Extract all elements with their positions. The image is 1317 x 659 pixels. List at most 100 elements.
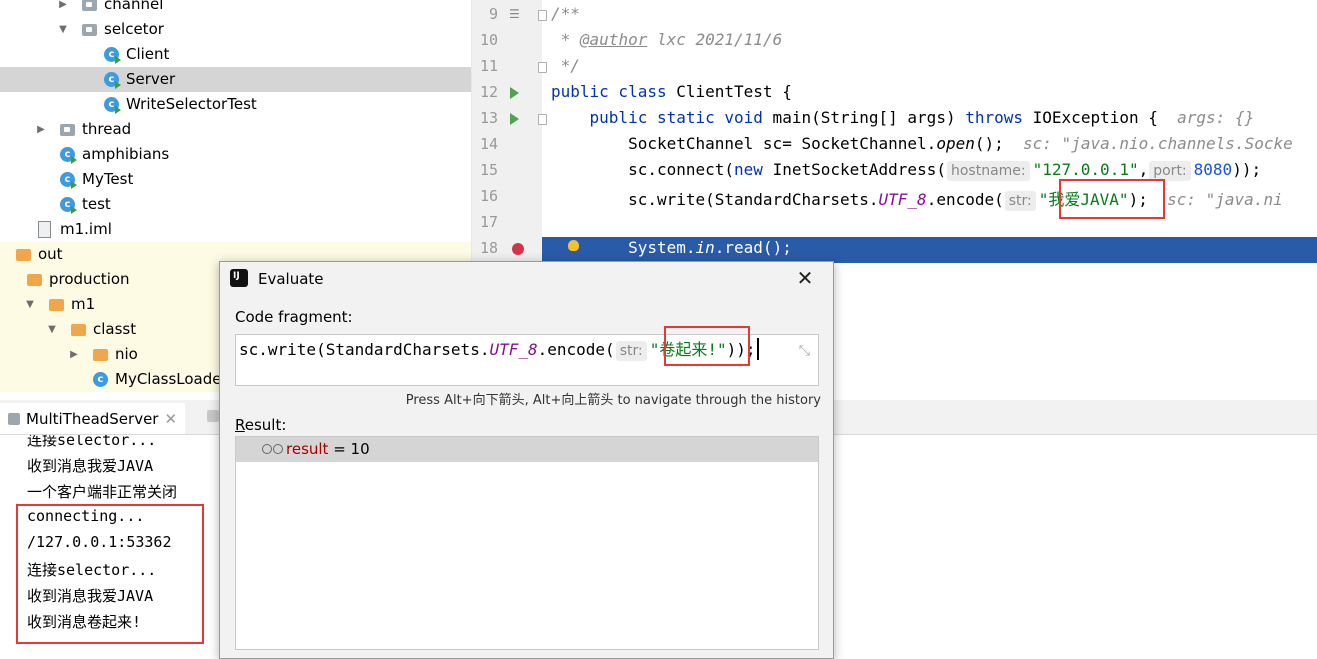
tree-item-label: test xyxy=(82,195,111,213)
line-number: 16 xyxy=(479,187,498,205)
breakpoint-icon[interactable] xyxy=(512,243,524,255)
dialog-title-bar[interactable]: IJ Evaluate ✕ xyxy=(220,262,833,296)
line-number: 13 xyxy=(479,109,498,127)
close-tab-icon[interactable]: ✕ xyxy=(164,410,177,428)
tree-item-label: production xyxy=(49,270,130,288)
console-line: 收到消息我爱JAVA xyxy=(27,457,154,475)
tree-item-label: amphibians xyxy=(82,145,170,163)
tree-item-m1-iml[interactable]: m1.iml xyxy=(0,217,471,242)
tree-item-client[interactable]: c Client xyxy=(0,42,471,67)
line-number: 17 xyxy=(479,213,498,231)
class-icon: c xyxy=(60,147,77,164)
tree-item-label: classt xyxy=(93,320,137,338)
tree-item-channel[interactable]: ▶ channel xyxy=(0,0,471,17)
param-hint: str: xyxy=(615,341,647,361)
tree-item-label: Client xyxy=(126,45,170,63)
run-tab-multitheadserver[interactable]: MultiTheadServer ✕ xyxy=(0,403,186,434)
package-icon xyxy=(82,0,97,11)
run-config-icon xyxy=(8,413,20,425)
tree-item-label: m1.iml xyxy=(60,220,112,238)
code-fragment-label: Code fragment: xyxy=(235,308,353,326)
annotation-highlight xyxy=(16,504,204,644)
code-line-15: sc.connect(new InetSocketAddress(hostnam… xyxy=(551,160,1262,181)
code-line-11: */ xyxy=(551,56,580,75)
tree-item-amphibians[interactable]: c amphibians xyxy=(0,142,471,167)
line-number: 10 xyxy=(479,31,498,49)
tree-item-selcetor[interactable]: ▼ selcetor xyxy=(0,17,471,42)
tree-item-label: out xyxy=(38,245,63,263)
folder-icon xyxy=(27,274,42,286)
param-hint: hostname: xyxy=(946,161,1030,181)
class-icon: c xyxy=(104,47,121,64)
line-number: 18 xyxy=(479,239,498,257)
param-hint: str: xyxy=(1004,191,1036,211)
tree-item-label: channel xyxy=(104,0,164,13)
evaluate-dialog: IJ Evaluate ✕ Code fragment: sc.write(St… xyxy=(219,261,834,659)
result-row[interactable]: result = 10 xyxy=(236,437,818,462)
class-icon: c xyxy=(93,372,108,387)
code-line-10: * @author lxc 2021/11/6 xyxy=(551,30,783,49)
package-icon xyxy=(82,24,97,36)
chevron-down-icon[interactable]: ▼ xyxy=(47,317,57,342)
code-line-12: public class ClientTest { xyxy=(551,82,792,101)
dialog-title: Evaluate xyxy=(258,270,324,288)
folder-icon xyxy=(49,299,64,311)
code-line-14: SocketChannel sc= SocketChannel.open(); … xyxy=(551,134,1293,153)
line-number: 11 xyxy=(479,57,498,75)
tree-item-server[interactable]: c Server xyxy=(0,67,471,92)
tree-item-thread[interactable]: ▶ thread xyxy=(0,117,471,142)
tree-item-label: WriteSelectorTest xyxy=(126,95,257,113)
code-line-13: public static void main(String[] args) t… xyxy=(551,108,1255,127)
tree-item-mytest[interactable]: c MyTest xyxy=(0,167,471,192)
tree-item-test[interactable]: c test xyxy=(0,192,471,217)
tree-item-writeselectortest[interactable]: c WriteSelectorTest xyxy=(0,92,471,117)
code-line-18: System.in.read(); xyxy=(551,238,792,257)
line-number: 15 xyxy=(479,161,498,179)
intellij-logo-icon: IJ xyxy=(228,267,250,289)
doc-icon: ☰ xyxy=(509,7,520,21)
code-line-9: /** xyxy=(551,4,580,23)
param-hint: port: xyxy=(1149,161,1191,181)
text-caret xyxy=(756,338,759,360)
code-fragment-input[interactable]: sc.write(StandardCharsets.UTF_8.encode(s… xyxy=(235,326,819,386)
annotation-highlight xyxy=(664,326,750,366)
class-icon: c xyxy=(104,72,121,89)
console-line: 连接selector... xyxy=(27,435,157,449)
tree-item-label: Server xyxy=(126,70,176,88)
chevron-right-icon[interactable]: ▶ xyxy=(36,117,46,142)
console-line: 一个客户端非正常关闭 xyxy=(27,483,178,501)
tree-item-label: thread xyxy=(82,120,132,138)
code-line-16: sc.write(StandardCharsets.UTF_8.encode(s… xyxy=(551,190,1283,211)
chevron-right-icon[interactable]: ▶ xyxy=(58,0,68,17)
class-icon: c xyxy=(104,97,121,114)
chevron-right-icon[interactable]: ▶ xyxy=(69,342,79,367)
tree-item-label: MyTest xyxy=(82,170,134,188)
class-icon: c xyxy=(60,197,77,214)
second-tab-icon[interactable] xyxy=(207,410,219,422)
watch-glasses-icon xyxy=(262,444,284,454)
package-icon xyxy=(60,124,75,136)
result-tree[interactable]: result = 10 xyxy=(235,436,819,650)
file-icon xyxy=(38,221,51,238)
tree-item-label: m1 xyxy=(71,295,96,313)
folder-icon xyxy=(93,349,108,361)
fold-icon[interactable] xyxy=(538,114,547,125)
chevron-down-icon[interactable]: ▼ xyxy=(25,292,35,317)
fold-icon[interactable] xyxy=(538,10,547,21)
annotation-highlight xyxy=(1059,179,1165,219)
fold-icon[interactable] xyxy=(538,62,547,73)
collapse-icon[interactable]: ⤡ xyxy=(799,343,810,359)
close-icon[interactable]: ✕ xyxy=(794,266,816,290)
result-label: Result: xyxy=(235,416,287,434)
folder-icon xyxy=(71,324,86,336)
chevron-down-icon[interactable]: ▼ xyxy=(58,17,68,42)
folder-icon xyxy=(16,249,31,261)
run-gutter-icon[interactable] xyxy=(510,113,519,125)
run-gutter-icon[interactable] xyxy=(510,87,519,99)
class-icon: c xyxy=(60,172,77,189)
line-number: 9 xyxy=(488,5,498,23)
history-hint: Press Alt+向下箭头, Alt+向上箭头 to navigate thr… xyxy=(405,393,821,408)
line-number: 12 xyxy=(479,83,498,101)
tree-item-label: nio xyxy=(115,345,138,363)
tree-item-label: selcetor xyxy=(104,20,164,38)
